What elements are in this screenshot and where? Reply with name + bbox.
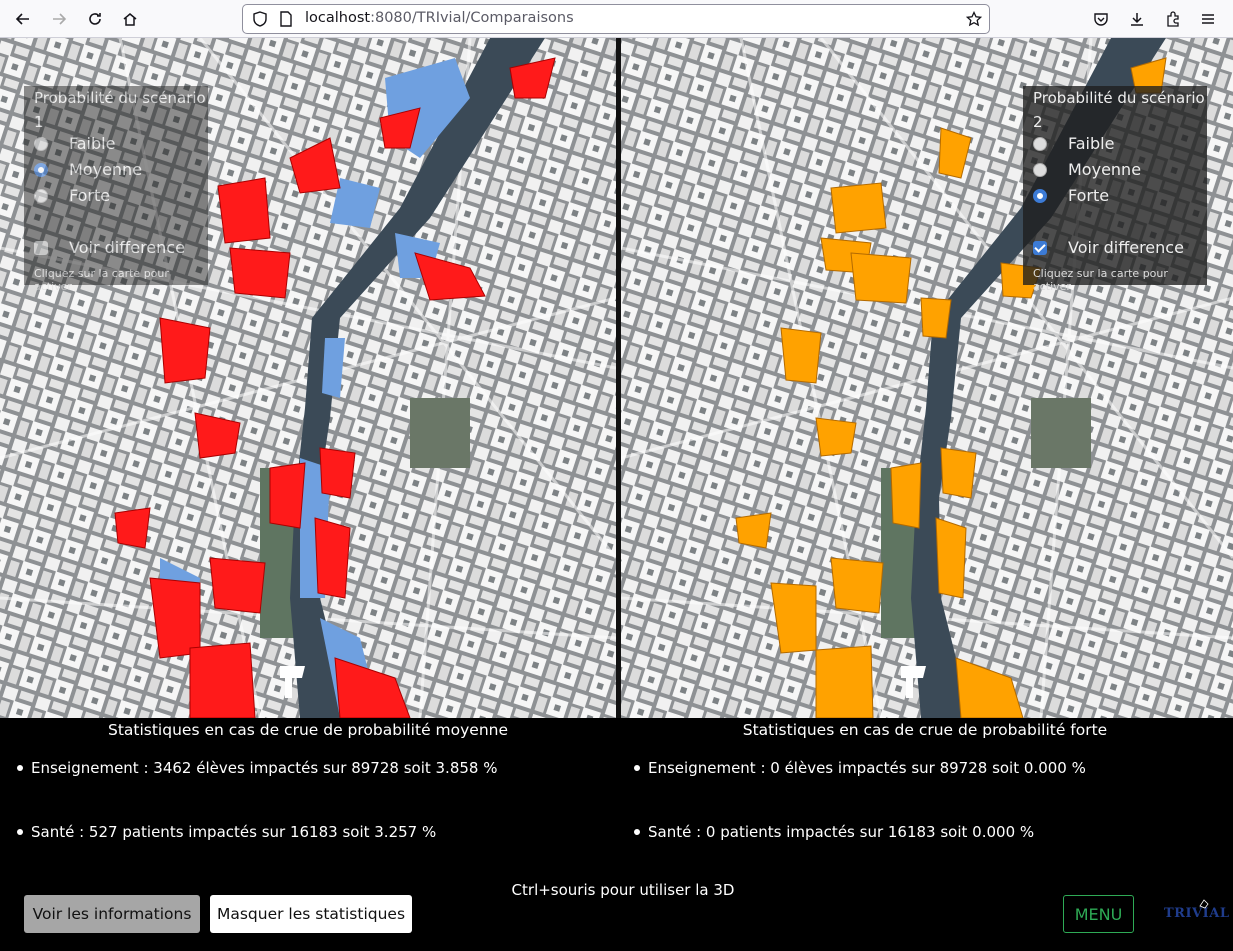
radio-circle[interactable] [34, 136, 48, 151]
panel-hint: Cliquez sur la carte pour activer [34, 267, 169, 293]
extensions-icon[interactable] [1160, 6, 1186, 32]
logo-figure-icon [1199, 899, 1209, 909]
bullet [17, 829, 23, 835]
radio-forte-left[interactable]: Forte [34, 186, 110, 205]
url-path: :8080/TRIvial/Comparaisons [370, 10, 574, 26]
radio-label: Forte [69, 186, 111, 205]
radio-moyenne-right[interactable]: Moyenne [1033, 160, 1141, 179]
radio-label: Faible [1068, 134, 1115, 153]
stat-item-sante: Santé : 0 patients impactés sur 16183 so… [634, 823, 1034, 841]
map-right[interactable]: Probabilité du scénario 2 Faible Moyenne… [621, 38, 1233, 718]
forward-icon[interactable] [46, 6, 72, 32]
radio-faible-right[interactable]: Faible [1033, 134, 1114, 153]
radio-circle[interactable] [34, 188, 48, 203]
stats-left: Statistiques en cas de crue de probabili… [0, 718, 616, 888]
page-icon [273, 6, 299, 32]
stats-title: Statistiques en cas de crue de probabili… [742, 721, 1108, 739]
stats-right: Statistiques en cas de crue de probabili… [617, 718, 1233, 888]
bullet [17, 765, 23, 771]
reload-icon[interactable] [82, 6, 108, 32]
browser-toolbar: localhost:8080/TRIvial/Comparaisons [0, 0, 1233, 38]
map-area: Probabilité du scénario 1 Faible Moyenne… [0, 38, 1233, 718]
bullet [634, 829, 640, 835]
shield-icon[interactable] [247, 6, 273, 32]
menu-button[interactable]: MENU [1063, 895, 1134, 933]
stat-item-enseignement: Enseignement : 0 élèves impactés sur 897… [634, 759, 1086, 777]
url-bar[interactable]: localhost:8080/TRIvial/Comparaisons [242, 4, 990, 34]
radio-circle[interactable] [1033, 136, 1047, 151]
stat-text: Enseignement : 0 élèves impactés sur 897… [648, 759, 1086, 777]
panel-title: Probabilité du scénario 2 [1033, 89, 1205, 131]
home-icon[interactable] [117, 6, 143, 32]
url-text[interactable]: localhost:8080/TRIvial/Comparaisons [305, 10, 574, 26]
bullet [634, 765, 640, 771]
radio-circle[interactable] [1033, 188, 1047, 203]
radio-faible-left[interactable]: Faible [34, 134, 115, 153]
download-icon[interactable] [1124, 6, 1150, 32]
map-left[interactable]: Probabilité du scénario 1 Faible Moyenne… [0, 38, 616, 718]
checkbox-label: Voir difference [1068, 238, 1184, 257]
back-icon[interactable] [10, 6, 36, 32]
radio-circle[interactable] [34, 162, 48, 177]
voir-difference-right[interactable]: Voir difference [1033, 238, 1184, 257]
trivial-logo[interactable]: TRIVIAL [1164, 898, 1229, 924]
panel-hint: Cliquez sur la carte pour activer [1033, 267, 1168, 293]
stat-text: Enseignement : 3462 élèves impactés sur … [31, 759, 498, 777]
scenario-panel-right: Probabilité du scénario 2 Faible Moyenne… [1023, 86, 1207, 293]
masquer-statistiques-button[interactable]: Masquer les statistiques [210, 895, 412, 933]
panel-title: Probabilité du scénario 1 [34, 89, 206, 131]
radio-moyenne-left[interactable]: Moyenne [34, 160, 142, 179]
stats-title: Statistiques en cas de crue de probabili… [107, 721, 509, 739]
stat-item-sante: Santé : 527 patients impactés sur 16183 … [17, 823, 436, 841]
radio-circle[interactable] [1033, 162, 1047, 177]
checkbox[interactable] [1033, 240, 1047, 255]
radio-label: Faible [69, 134, 116, 153]
voir-informations-button[interactable]: Voir les informations [24, 895, 200, 933]
stat-text: Santé : 527 patients impactés sur 16183 … [31, 823, 437, 841]
pocket-icon[interactable] [1088, 6, 1114, 32]
checkbox-label: Voir difference [69, 238, 185, 257]
radio-forte-right[interactable]: Forte [1033, 186, 1109, 205]
radio-label: Moyenne [69, 160, 143, 179]
checkbox[interactable] [34, 240, 48, 255]
stat-item-enseignement: Enseignement : 3462 élèves impactés sur … [17, 759, 497, 777]
radio-label: Moyenne [1068, 160, 1142, 179]
stat-text: Santé : 0 patients impactés sur 16183 so… [648, 823, 1035, 841]
voir-difference-left[interactable]: Voir difference [34, 238, 185, 257]
bookmark-star-icon[interactable] [961, 6, 987, 32]
hamburger-menu-icon[interactable] [1195, 6, 1221, 32]
scenario-panel-left: Probabilité du scénario 1 Faible Moyenne… [24, 86, 208, 293]
radio-label: Forte [1068, 186, 1110, 205]
url-host: localhost [305, 10, 371, 26]
